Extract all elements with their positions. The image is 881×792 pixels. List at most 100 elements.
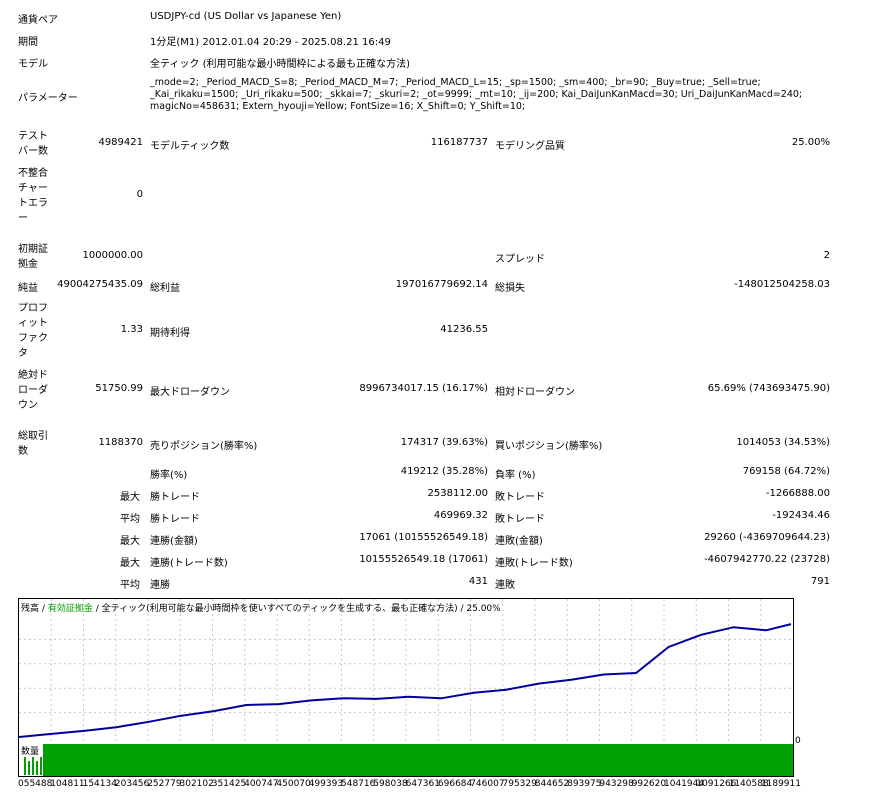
- total-trades-label: 総取引 数: [18, 431, 48, 457]
- pair-value: USDJPY-cd (US Dollar vs Japanese Yen): [150, 11, 342, 22]
- period-value: 1分足(M1) 2012.01.04 20:29 - 2025.08.21 16…: [150, 37, 391, 48]
- legend-sep-2: /: [95, 604, 99, 614]
- x-tick-label: 154134: [82, 779, 117, 789]
- x-tick-label: 450070: [276, 779, 311, 789]
- legend-equity: 有効証拠金: [47, 604, 93, 614]
- gross-profit-label: 総利益: [150, 283, 180, 294]
- x-tick-label: 351425: [211, 779, 247, 789]
- volume-bar: [40, 757, 42, 775]
- max-dd-value: 8996734017.15 (16.17%): [359, 383, 488, 394]
- avg-cons-loss-value: 791: [810, 576, 830, 587]
- avg-cons-win-value: 431: [468, 576, 488, 587]
- bars-value: 4989421: [98, 137, 143, 148]
- mismatch-label: 不整合 チャー トエラ ー: [18, 168, 48, 224]
- abs-dd-value: 51750.99: [95, 383, 143, 394]
- expected-value: 41236.55: [440, 324, 488, 335]
- loss-label: 負率 (%): [495, 470, 536, 481]
- period-label: 期間: [18, 37, 38, 48]
- params-line-2: _Kai_rikaku=1500; _Uri_rikaku=500; _skka…: [150, 89, 803, 100]
- legend-sep-1: /: [41, 604, 45, 614]
- max-word-2: 最大: [120, 536, 140, 547]
- legend-balance: 残高: [21, 604, 40, 614]
- x-tick-label: 499393: [308, 779, 344, 789]
- gross-profit-value: 197016779692.14: [395, 279, 488, 290]
- ticks-value: 116187737: [430, 137, 488, 148]
- pf-value: 1.33: [120, 324, 143, 335]
- x-tick-label: 696684: [437, 779, 473, 789]
- avg-win-value: 469969.32: [433, 510, 488, 521]
- total-trades-value: 1188370: [98, 437, 143, 448]
- x-tick-label: 943298: [599, 779, 634, 789]
- max-cons-loss-amt-label: 連敗(金額): [495, 536, 543, 547]
- rel-dd-value: 65.69% (743693475.90): [707, 383, 830, 394]
- legend-quality: 25.00%: [466, 604, 501, 614]
- max-cons-loss-cnt-value: -4607942770.22 (23728): [704, 554, 830, 565]
- balance-series-line: [19, 623, 792, 738]
- long-value: 1014053 (34.53%): [736, 437, 830, 448]
- volume-chart-svg: [24, 744, 793, 776]
- x-tick-label: 302102: [179, 779, 214, 789]
- quality-label: モデリング品質: [495, 141, 565, 152]
- max-word-3: 最大: [120, 558, 140, 569]
- pair-label: 通貨ペア: [18, 15, 58, 26]
- max-cons-win-amt-label: 連勝(金額): [150, 536, 198, 547]
- params-label: パラメーター: [18, 93, 78, 104]
- legend-sep-3: /: [460, 604, 464, 614]
- model-value: 全ティック (利用可能な最小時間枠による最も正確な方法): [150, 59, 411, 70]
- pf-label: プロフ ィット ファク タ: [18, 303, 48, 359]
- volume-label: 数量: [21, 744, 40, 757]
- balance-chart: 残高 / 有効証拠金 / 全ティック(利用可能な最小時間枠を使いすべてのティック…: [18, 598, 794, 745]
- params-line-1: _mode=2; _Period_MACD_S=8; _Period_MACD_…: [150, 77, 761, 88]
- x-tick-label: 252779: [147, 779, 182, 789]
- chart-legend: 残高 / 有効証拠金 / 全ティック(利用可能な最小時間枠を使いすべてのティック…: [21, 601, 501, 614]
- max-cons-win-amt-value: 17061 (10155526549.18): [359, 532, 488, 543]
- quality-value: 25.00%: [791, 137, 830, 148]
- spread-label: スプレッド: [495, 254, 545, 265]
- deposit-value: 1000000.00: [82, 250, 143, 261]
- legend-model: 全ティック(利用可能な最小時間枠を使いすべてのティックを生成する、最も正確な方法…: [101, 604, 458, 614]
- max-loss-label: 敗トレード: [495, 492, 545, 503]
- max-cons-win-cnt-label: 連勝(トレード数): [150, 558, 228, 569]
- x-tick-label: 203456: [114, 779, 150, 789]
- short-value: 174317 (39.63%): [400, 437, 488, 448]
- net-value: 49004275435.09: [57, 279, 143, 290]
- win-label: 勝率(%): [150, 470, 188, 481]
- x-tick-label: 746007: [470, 779, 505, 789]
- x-tick-label: 1189911: [760, 779, 801, 789]
- net-label: 純益: [18, 283, 38, 294]
- ticks-label: モデルティック数: [150, 141, 230, 152]
- gross-loss-value: -148012504258.03: [734, 279, 830, 290]
- volume-bars: [43, 744, 793, 776]
- max-win-label: 勝トレード: [150, 492, 200, 503]
- max-win-value: 2538112.00: [427, 488, 488, 499]
- avg-cons-loss-label: 連敗: [495, 580, 515, 591]
- max-cons-win-cnt-value: 10155526549.18 (17061): [359, 554, 488, 565]
- short-label: 売りポジション(勝率%): [150, 441, 258, 452]
- max-loss-value: -1266888.00: [765, 488, 830, 499]
- volume-bar: [36, 761, 38, 775]
- x-tick-label: 598038: [373, 779, 408, 789]
- gross-loss-label: 総損失: [495, 283, 525, 294]
- avg-word-1: 平均: [120, 514, 140, 525]
- model-label: モデル: [18, 59, 48, 70]
- avg-word-2: 平均: [120, 580, 140, 591]
- balance-chart-svg: [19, 599, 793, 744]
- x-tick-label: 844652: [534, 779, 570, 789]
- volume-chart: 数量: [18, 743, 794, 777]
- x-tick-label: 548716: [341, 779, 376, 789]
- mismatch-value: 0: [136, 189, 143, 200]
- max-cons-loss-cnt-label: 連敗(トレード数): [495, 558, 573, 569]
- avg-loss-value: -192434.46: [772, 510, 830, 521]
- avg-cons-win-label: 連勝: [150, 580, 170, 591]
- max-word-1: 最大: [120, 492, 140, 503]
- x-tick-label: 795329: [502, 779, 537, 789]
- volume-bar: [24, 757, 26, 775]
- x-tick-label: 055488: [18, 779, 53, 789]
- max-dd-label: 最大ドローダウン: [150, 387, 230, 398]
- abs-dd-label: 絶対ド ローダ ウン: [18, 370, 48, 411]
- avg-loss-label: 敗トレード: [495, 514, 545, 525]
- rel-dd-label: 相対ドローダウン: [495, 387, 575, 398]
- win-value: 419212 (35.28%): [400, 466, 488, 477]
- loss-value: 769158 (64.72%): [742, 466, 830, 477]
- volume-bar: [32, 757, 34, 775]
